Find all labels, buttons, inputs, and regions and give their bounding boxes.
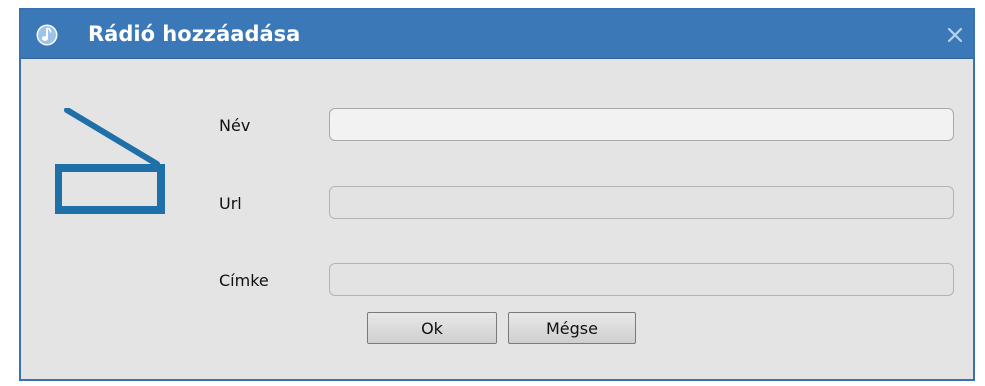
dialog-title: Rádió hozzáadása — [88, 22, 301, 46]
name-label: Név — [219, 116, 251, 135]
close-icon[interactable] — [943, 23, 967, 47]
title-bar[interactable]: Rádió hozzáadása — [21, 10, 973, 59]
cancel-button[interactable]: Mégse — [508, 312, 636, 344]
dialog-body: Név Url Címke Ok Mégse — [21, 58, 973, 379]
radio-icon — [55, 108, 165, 214]
add-radio-dialog: Rádió hozzáadása Név Url Címke Ok Mégse — [19, 8, 975, 381]
tag-input[interactable] — [329, 263, 954, 296]
url-label: Url — [219, 194, 242, 213]
name-input[interactable] — [329, 108, 954, 141]
url-input[interactable] — [329, 186, 954, 219]
tag-label: Címke — [219, 271, 269, 290]
ok-button[interactable]: Ok — [367, 312, 497, 344]
music-note-icon — [36, 24, 58, 46]
